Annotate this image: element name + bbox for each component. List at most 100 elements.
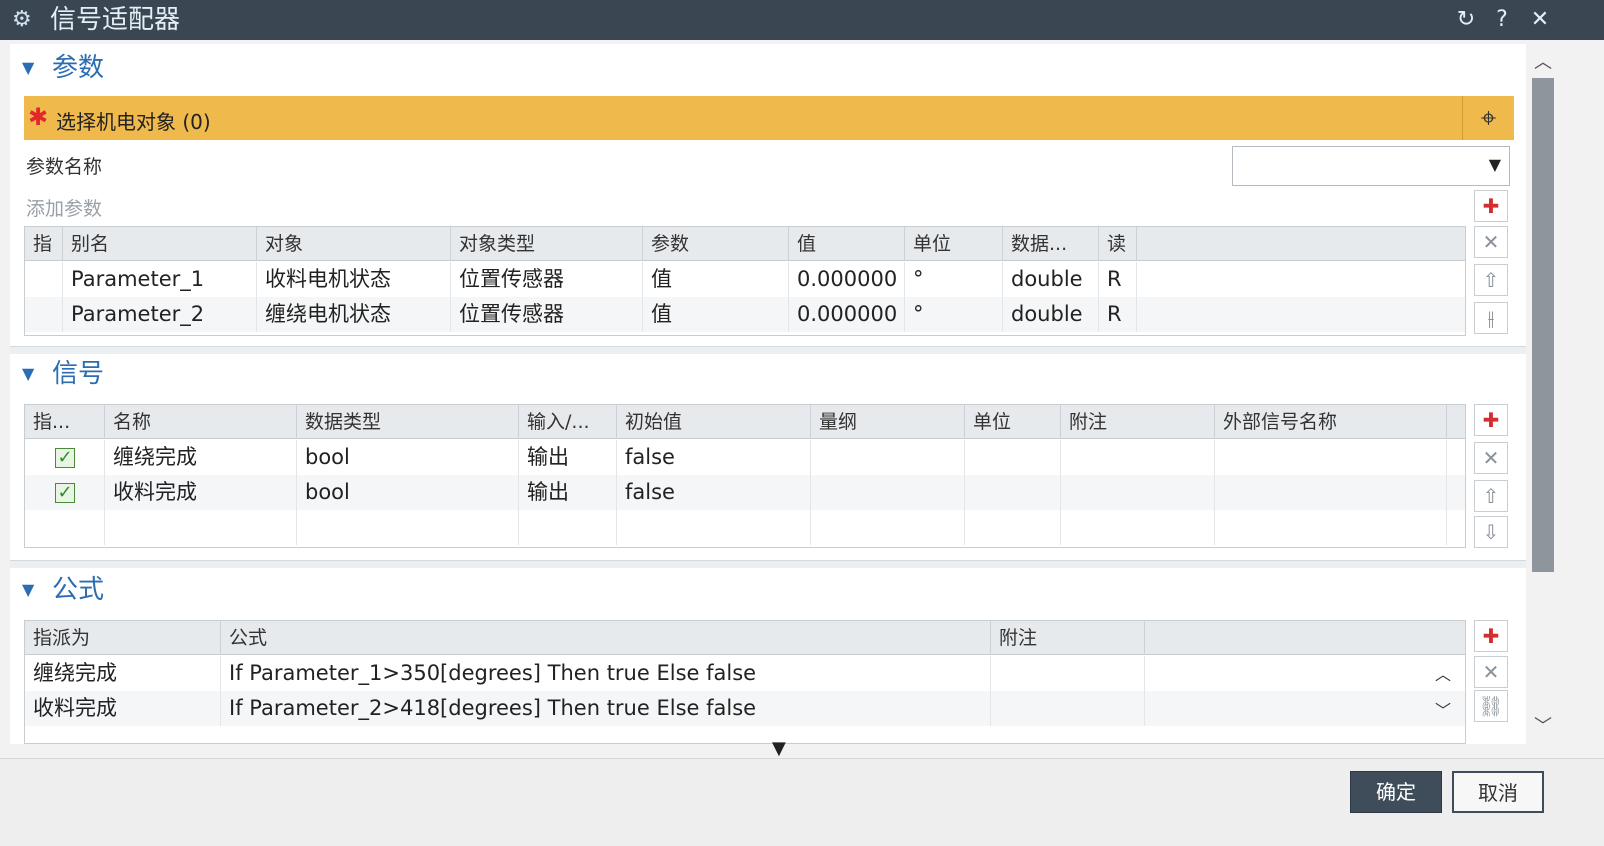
column-header[interactable]: 数据类型 <box>297 405 519 439</box>
table-row[interactable]: ✓ 缠绕完成 bool 输出 false <box>25 440 1465 475</box>
column-header[interactable]: 指... <box>25 405 105 439</box>
cell-value: 0.000000 <box>789 262 905 297</box>
checkbox[interactable]: ✓ <box>55 448 75 468</box>
column-header[interactable]: 输入/... <box>519 405 617 439</box>
table-row[interactable]: 收料完成 If Parameter_2>418[degrees] Then tr… <box>25 691 1465 726</box>
delete-formula-button[interactable]: ✕ <box>1474 656 1508 688</box>
section-header-signals[interactable]: ▼ 信号 <box>10 354 1526 394</box>
help-icon[interactable]: ? <box>1488 6 1516 34</box>
add-formula-button[interactable]: ✚ <box>1474 620 1508 652</box>
checkbox[interactable]: ✓ <box>55 483 75 503</box>
reset-icon[interactable]: ↻ <box>1452 6 1480 34</box>
cell-object: 缠绕电机状态 <box>257 297 451 332</box>
collapse-caret-icon[interactable]: ▼ <box>22 364 34 383</box>
link-formula-button[interactable]: ⛓ <box>1474 690 1508 722</box>
move-down-signal-button[interactable]: ⇩ <box>1474 516 1508 548</box>
column-header[interactable]: 指派为 <box>25 621 221 655</box>
section-title: 公式 <box>52 575 105 605</box>
section-header-formula[interactable]: ▼ 公式 <box>10 570 1526 610</box>
column-header[interactable]: 别名 <box>63 227 257 261</box>
table-row[interactable]: Parameter_1 收料电机状态 位置传感器 值 0.000000 ° do… <box>25 262 1465 297</box>
column-header[interactable]: 量纲 <box>811 405 965 439</box>
cell-index <box>25 297 63 332</box>
expand-more-icon[interactable]: ▼ <box>772 738 786 759</box>
cell-unit: ° <box>905 262 1003 297</box>
cell-assign: 收料完成 <box>25 691 221 726</box>
table-row-empty[interactable] <box>25 510 1465 545</box>
move-up-param-button[interactable]: ⇧ <box>1474 264 1508 296</box>
close-icon[interactable]: ✕ <box>1526 6 1554 34</box>
collapse-caret-icon[interactable]: ▼ <box>22 580 34 599</box>
cell-formula: If Parameter_1>350[degrees] Then true El… <box>221 656 991 691</box>
dialog-footer: 确定 取消 <box>0 758 1604 846</box>
move-up-signal-button[interactable]: ⇧ <box>1474 480 1508 512</box>
select-object-bar[interactable]: ✱ 选择机电对象 (0) ⌖ <box>24 96 1514 140</box>
add-signal-button[interactable]: ✚ <box>1474 404 1508 436</box>
crosshair-icon[interactable]: ⌖ <box>1462 96 1514 140</box>
table-header: 指 别名 对象 对象类型 参数 值 单位 数据... 读 <box>25 227 1465 261</box>
cell-name: 收料完成 <box>105 475 297 510</box>
cell-object: 收料电机状态 <box>257 262 451 297</box>
column-header[interactable]: 附注 <box>991 621 1145 655</box>
delete-signal-button[interactable]: ✕ <box>1474 442 1508 474</box>
column-header[interactable]: 对象类型 <box>451 227 643 261</box>
collapse-caret-icon[interactable]: ▼ <box>22 58 34 77</box>
table-row[interactable]: Parameter_2 缠绕电机状态 位置传感器 值 0.000000 ° do… <box>25 297 1465 332</box>
column-header[interactable]: 单位 <box>905 227 1003 261</box>
cell-empty <box>965 510 1061 545</box>
cell-unit <box>965 475 1061 510</box>
cell-data-type: double <box>1003 262 1099 297</box>
cell-external <box>1215 475 1447 510</box>
column-header[interactable]: 外部信号名称 <box>1215 405 1447 439</box>
signals-table: 指... 名称 数据类型 输入/... 初始值 量纲 单位 附注 外部信号名称 … <box>24 404 1466 548</box>
scroll-down-icon[interactable]: ﹀ <box>1435 697 1451 721</box>
cell-empty <box>617 510 811 545</box>
table-row[interactable]: 缠绕完成 If Parameter_1>350[degrees] Then tr… <box>25 656 1465 691</box>
cell-io: 输出 <box>519 440 617 475</box>
column-header[interactable]: 单位 <box>965 405 1061 439</box>
cell-external <box>1215 440 1447 475</box>
section-divider <box>10 346 1526 354</box>
ok-button[interactable]: 确定 <box>1350 771 1442 813</box>
cancel-button[interactable]: 取消 <box>1452 771 1544 813</box>
column-header[interactable]: 数据... <box>1003 227 1099 261</box>
column-header[interactable]: 对象 <box>257 227 451 261</box>
table-header: 指派为 公式 附注 <box>25 621 1465 655</box>
cell-initial: false <box>617 440 811 475</box>
param-name-label: 参数名称 <box>26 156 103 178</box>
column-header[interactable]: 公式 <box>221 621 991 655</box>
cell-param: 值 <box>643 297 789 332</box>
cell-dimension <box>811 440 965 475</box>
cell-check[interactable]: ✓ <box>25 475 105 510</box>
split-param-button[interactable]: ⫲ <box>1474 302 1508 334</box>
cell-empty <box>1215 510 1447 545</box>
cell-value: 0.000000 <box>789 297 905 332</box>
delete-param-button[interactable]: ✕ <box>1474 226 1508 258</box>
column-header[interactable]: 初始值 <box>617 405 811 439</box>
dialog-content: ▼ 参数 ✱ 选择机电对象 (0) ⌖ 参数名称 ▼ 添加参数 指 别名 对象 … <box>10 44 1526 744</box>
column-header[interactable]: 值 <box>789 227 905 261</box>
scroll-down-icon[interactable]: ﹀ <box>1530 712 1556 737</box>
param-name-select[interactable]: ▼ <box>1232 146 1510 186</box>
cell-formula: If Parameter_2>418[degrees] Then true El… <box>221 691 991 726</box>
add-param-button[interactable]: ✚ <box>1474 190 1508 222</box>
cell-unit <box>965 440 1061 475</box>
column-header[interactable]: 指 <box>25 227 63 261</box>
cell-empty <box>1061 510 1215 545</box>
add-param-label[interactable]: 添加参数 <box>26 194 102 221</box>
cell-param: 值 <box>643 262 789 297</box>
section-title: 信号 <box>52 359 105 389</box>
column-header[interactable]: 读 <box>1099 227 1137 261</box>
cell-empty <box>105 510 297 545</box>
scrollbar-thumb[interactable] <box>1532 78 1554 572</box>
scroll-up-icon[interactable]: ︿ <box>1435 661 1451 685</box>
section-header-parameters[interactable]: ▼ 参数 <box>10 48 1526 88</box>
column-header[interactable]: 参数 <box>643 227 789 261</box>
column-header[interactable]: 附注 <box>1061 405 1215 439</box>
cell-data-type: bool <box>297 440 519 475</box>
cell-check[interactable]: ✓ <box>25 440 105 475</box>
table-row[interactable]: ✓ 收料完成 bool 输出 false <box>25 475 1465 510</box>
scroll-up-icon[interactable]: ︿ <box>1530 48 1556 73</box>
cell-empty <box>519 510 617 545</box>
column-header[interactable]: 名称 <box>105 405 297 439</box>
